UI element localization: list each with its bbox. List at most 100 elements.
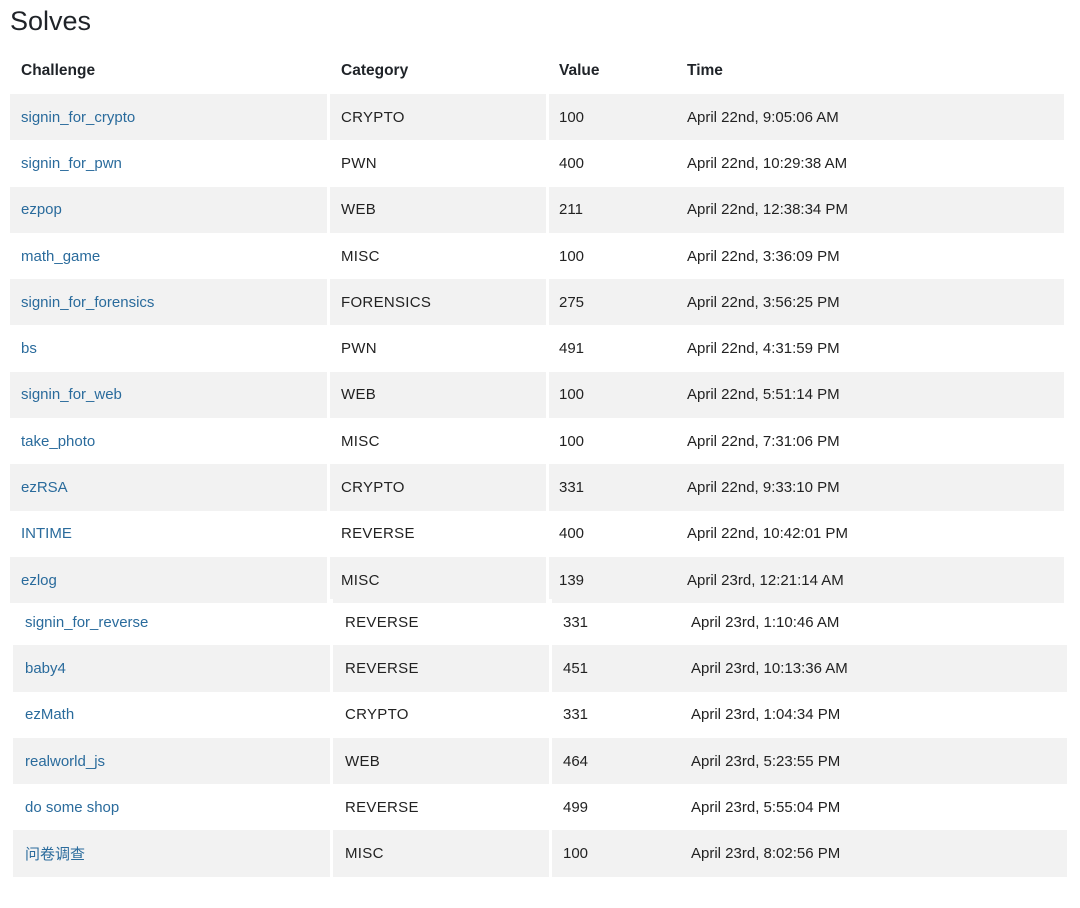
time-cell: April 22nd, 9:33:10 PM (687, 479, 840, 497)
time-cell: April 23rd, 8:02:56 PM (691, 845, 841, 863)
column-divider (327, 464, 330, 511)
category-cell: CRYPTO (345, 706, 409, 724)
challenge-link[interactable]: 问卷调查 (25, 843, 85, 864)
category-cell: REVERSE (345, 798, 419, 816)
solves-table: Challenge Category Value Time signin_for… (10, 48, 1064, 604)
table-row: baby4 REVERSE 451 April 23rd, 10:13:36 AM (13, 645, 1067, 692)
challenge-cell: INTIME (21, 511, 72, 557)
column-divider (546, 94, 549, 141)
value-cell: 100 (559, 386, 585, 404)
challenge-link[interactable]: signin_for_reverse (25, 614, 148, 631)
column-divider (327, 371, 330, 419)
column-divider (330, 691, 333, 738)
table-row: 问卷调查 MISC 100 April 23rd, 8:02:56 PM (13, 830, 1067, 877)
challenge-link[interactable]: signin_for_forensics (21, 294, 154, 311)
column-divider (549, 599, 552, 646)
time-cell: April 22nd, 4:31:59 PM (687, 340, 840, 358)
category-cell: WEB (341, 201, 377, 219)
solves-table-continued: signin_for_reverse REVERSE 331 April 23rd, … (13, 599, 1067, 877)
header-category: Category (341, 62, 409, 79)
challenge-link[interactable]: ezpop (21, 201, 62, 218)
column-divider (327, 418, 330, 465)
challenge-cell: realworld_js (25, 738, 105, 784)
challenge-cell: ezlog (21, 557, 57, 603)
challenge-cell: signin_for_reverse (25, 599, 148, 645)
challenge-link[interactable]: baby4 (25, 660, 66, 677)
time-cell: April 23rd, 5:55:04 PM (691, 798, 841, 816)
column-divider (330, 830, 333, 877)
category-cell: PWN (341, 340, 377, 358)
value-cell: 100 (559, 247, 585, 265)
table-row: math_game MISC 100 April 22nd, 3:36:09 PM (10, 232, 1064, 280)
table-row: take_photo MISC 100 April 22nd, 7:31:06 PM (10, 418, 1064, 465)
column-divider (546, 232, 549, 280)
column-divider (549, 830, 552, 877)
header-time: Time (687, 62, 723, 79)
column-divider (546, 464, 549, 511)
column-divider (327, 140, 330, 187)
challenge-link[interactable]: take_photo (21, 433, 95, 450)
table-row: ezpop WEB 211 April 22nd, 12:38:34 PM (10, 186, 1064, 233)
challenge-link[interactable]: INTIME (21, 525, 72, 542)
challenge-link[interactable]: signin_for_web (21, 386, 122, 403)
page-title: Solves (10, 6, 92, 36)
table-row: signin_for_pwn PWN 400 April 22nd, 10:29:38… (10, 140, 1064, 187)
time-cell: April 22nd, 7:31:06 PM (687, 432, 840, 450)
time-cell: April 23rd, 1:10:46 AM (691, 613, 840, 631)
challenge-cell: ezpop (21, 187, 62, 233)
table-row: realworld_js WEB 464 April 23rd, 5:23:55 PM (13, 737, 1067, 785)
column-divider (330, 599, 333, 646)
time-cell: April 23rd, 12:21:14 AM (687, 571, 844, 589)
challenge-link[interactable]: ezlog (21, 572, 57, 589)
time-cell: April 22nd, 9:05:06 AM (687, 108, 839, 126)
table-header-row: Challenge Category Value Time (10, 48, 1064, 94)
table-row: signin_for_forensics FORENSICS 275 April 22… (10, 279, 1064, 326)
challenge-cell: do some shop (25, 784, 119, 830)
table-body-lower: signin_for_reverse REVERSE 331 April 23rd, … (13, 599, 1067, 877)
time-cell: April 23rd, 5:23:55 PM (691, 752, 841, 770)
value-cell: 100 (559, 432, 585, 450)
challenge-link[interactable]: ezMath (25, 706, 74, 723)
challenge-link[interactable]: realworld_js (25, 753, 105, 770)
category-cell: WEB (345, 752, 381, 770)
category-cell: CRYPTO (341, 108, 405, 126)
column-divider (546, 510, 549, 557)
challenge-link[interactable]: bs (21, 340, 37, 357)
value-cell: 400 (559, 154, 585, 172)
category-cell: WEB (341, 386, 377, 404)
table-row: ezMath CRYPTO 331 April 23rd, 1:04:34 PM (13, 691, 1067, 738)
challenge-link[interactable]: signin_for_pwn (21, 155, 122, 172)
challenge-cell: ezMath (25, 692, 74, 738)
column-divider (327, 94, 330, 141)
challenge-cell: signin_for_pwn (21, 140, 122, 186)
column-divider (327, 279, 330, 326)
time-cell: April 22nd, 3:56:25 PM (687, 293, 840, 311)
category-cell: MISC (345, 845, 384, 863)
value-cell: 275 (559, 293, 585, 311)
value-cell: 331 (559, 479, 585, 497)
challenge-link[interactable]: math_game (21, 248, 100, 265)
column-divider (327, 556, 330, 604)
column-divider (549, 784, 552, 831)
value-cell: 211 (559, 201, 583, 219)
column-divider (330, 645, 333, 692)
column-divider (549, 645, 552, 692)
value-cell: 100 (563, 845, 589, 863)
challenge-link[interactable]: ezRSA (21, 479, 68, 496)
column-divider (546, 325, 549, 372)
value-cell: 499 (563, 798, 589, 816)
column-divider (546, 371, 549, 419)
time-cell: April 23rd, 10:13:36 AM (691, 659, 848, 677)
category-cell: REVERSE (345, 659, 419, 677)
value-cell: 100 (559, 108, 585, 126)
value-cell: 139 (559, 571, 585, 589)
time-cell: April 22nd, 5:51:14 PM (687, 386, 840, 404)
category-cell: MISC (341, 432, 380, 450)
column-divider (327, 510, 330, 557)
column-divider (549, 737, 552, 785)
challenge-link[interactable]: signin_for_crypto (21, 109, 135, 126)
challenge-link[interactable]: do some shop (25, 799, 119, 816)
table-row: ezRSA CRYPTO 331 April 22nd, 9:33:10 PM (10, 464, 1064, 511)
category-cell: REVERSE (345, 613, 419, 631)
header-value: Value (559, 62, 600, 79)
